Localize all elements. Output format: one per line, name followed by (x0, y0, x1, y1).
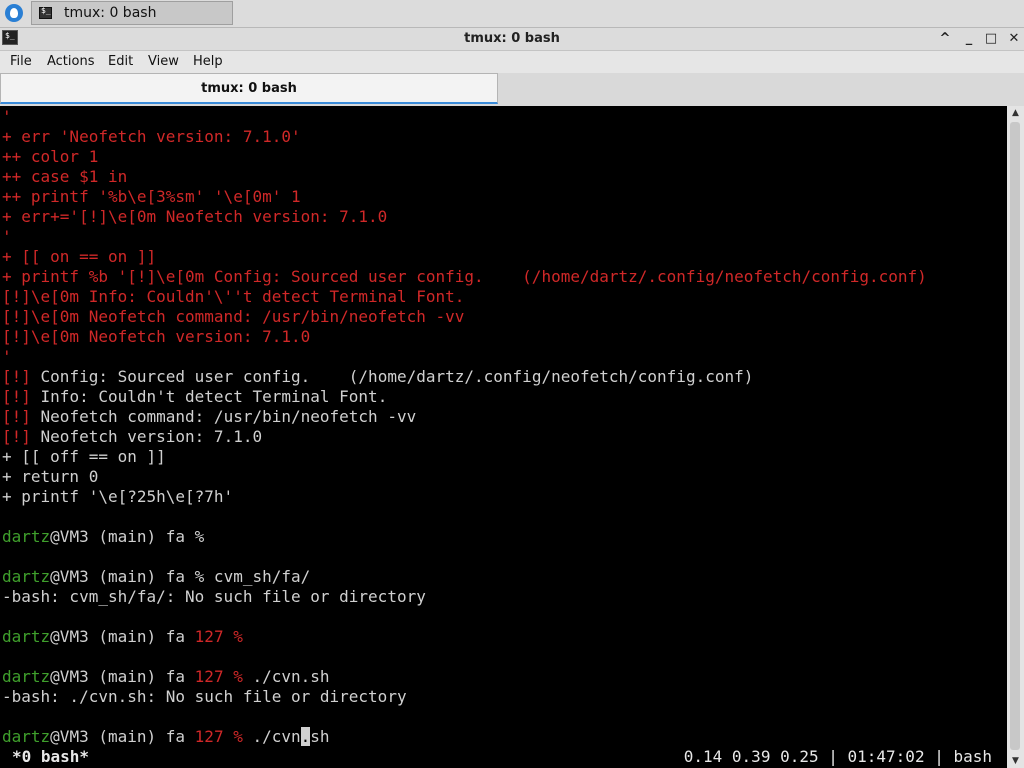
terminal-icon (39, 6, 52, 19)
keep-above-button[interactable]: ^ (936, 30, 954, 48)
terminal-text: [!]\e[0m Neofetch version: 7.1.0 (2, 327, 311, 346)
terminal-text: ' (2, 107, 12, 126)
terminal-text: [!]\e[0m Neofetch command: /usr/bin/neof… (2, 307, 465, 326)
terminal-text: ./cvn.sh (242, 667, 330, 686)
terminal-line: ' (2, 347, 12, 367)
terminal-line: + err+='[!]\e[0m Neofetch version: 7.1.0 (2, 207, 387, 227)
terminal-text: + [[ on == on ]] (2, 247, 157, 266)
terminal-text: @VM3 (main) fa % (50, 527, 205, 546)
terminal-text: + err+='[!]\e[0m Neofetch version: 7.1.0 (2, 207, 388, 226)
maximize-button[interactable]: □ (982, 30, 1000, 48)
terminal-text: dartz (2, 567, 51, 586)
terminal-text: ' (2, 227, 12, 246)
scroll-up-arrow-icon[interactable]: ▲ (1007, 106, 1024, 120)
close-button[interactable]: ✕ (1005, 30, 1023, 48)
terminal-text: 127 % (194, 727, 243, 746)
menu-view[interactable]: View (148, 54, 179, 69)
terminal-line: ++ color 1 (2, 147, 98, 167)
terminal-line: + printf '\e[?25h\e[?7h' (2, 487, 233, 507)
terminal-text: Config: Sourced user config. (/home/dart… (30, 367, 754, 386)
terminal-line: ' (2, 107, 12, 127)
terminal-cursor: . (300, 727, 311, 746)
terminal-text: Neofetch version: 7.1.0 (30, 427, 263, 446)
terminal-text: dartz (2, 667, 51, 686)
tmux-status-info: 0.14 0.39 0.25 | 01:47:02 | bash (683, 747, 992, 766)
terminal-line: [!] Neofetch version: 7.1.0 (2, 427, 262, 447)
minimize-button[interactable]: _ (960, 30, 978, 48)
menu-file[interactable]: File (10, 54, 32, 69)
terminal-line: dartz@VM3 (main) fa 127 % ./cvn.sh (2, 667, 330, 687)
terminal-text: + [[ off == on ]] (2, 447, 166, 466)
terminal-text: [!]\e[0m Info: Couldn'\''t detect Termin… (2, 287, 465, 306)
terminal-text: ++ color 1 (2, 147, 99, 166)
terminal-line: ++ printf '%b\e[3%sm' '\e[0m' 1 (2, 187, 301, 207)
terminal-text: [!] (2, 407, 31, 426)
window-titlebar[interactable]: tmux: 0 bash ^ _ □ ✕ (0, 28, 1024, 51)
menu-bar: File Actions Edit View Help (0, 51, 1024, 73)
terminal-text: Info: Couldn't detect Terminal Font. (30, 387, 388, 406)
terminal-text: -bash: cvm_sh/fa/: No such file or direc… (2, 587, 426, 606)
terminal-line: dartz@VM3 (main) fa 127 % (2, 627, 243, 647)
window-title: tmux: 0 bash (464, 31, 560, 46)
terminal-line: ++ case $1 in (2, 167, 127, 187)
terminal-text: @VM3 (main) fa (50, 727, 195, 746)
menu-edit[interactable]: Edit (108, 54, 133, 69)
terminal-text: 127 % (194, 667, 243, 686)
scroll-down-arrow-icon[interactable]: ▼ (1007, 754, 1024, 768)
terminal-line: + err 'Neofetch version: 7.1.0' (2, 127, 301, 147)
terminal-line: -bash: ./cvn.sh: No such file or directo… (2, 687, 407, 707)
terminal-text: ++ case $1 in (2, 167, 128, 186)
taskbar-item-tmux[interactable]: tmux: 0 bash (31, 1, 233, 25)
terminal-text: @VM3 (main) fa (50, 667, 195, 686)
terminal-text: + printf %b '[!]\e[0m Config: Sourced us… (2, 267, 927, 286)
terminal-line: [!] Neofetch command: /usr/bin/neofetch … (2, 407, 416, 427)
terminal-text: ./cvn (242, 727, 301, 746)
terminal-line: + return 0 (2, 467, 98, 487)
terminal-line: dartz@VM3 (main) fa % cvm_sh/fa/ (2, 567, 310, 587)
tmux-status-bar: *0 bash* 0.14 0.39 0.25 | 01:47:02 | bas… (0, 747, 1007, 768)
terminal-text: dartz (2, 727, 51, 746)
top-panel: tmux: 0 bash (0, 0, 1024, 28)
terminal-text: dartz (2, 627, 51, 646)
terminal-text: ++ printf '%b\e[3%sm' '\e[0m' 1 (2, 187, 301, 206)
terminal-line: + [[ off == on ]] (2, 447, 166, 467)
terminal-text: sh (310, 727, 330, 746)
terminal-text: [!] (2, 387, 31, 406)
terminal-text: + err 'Neofetch version: 7.1.0' (2, 127, 301, 146)
terminal-output[interactable]: *0 bash* 0.14 0.39 0.25 | 01:47:02 | bas… (0, 106, 1007, 768)
tab-label: tmux: 0 bash (201, 81, 297, 96)
terminal-line: [!] Info: Couldn't detect Terminal Font. (2, 387, 387, 407)
terminal-line: -bash: cvm_sh/fa/: No such file or direc… (2, 587, 426, 607)
scrollbar-thumb[interactable] (1010, 122, 1020, 750)
tab-bar: tmux: 0 bash (0, 73, 1024, 107)
terminal-line: + printf %b '[!]\e[0m Config: Sourced us… (2, 267, 927, 287)
terminal-line: dartz@VM3 (main) fa % (2, 527, 204, 547)
terminal-text: @VM3 (main) fa % cvm_sh/fa/ (50, 567, 311, 586)
scrollbar[interactable]: ▲ ▼ (1007, 106, 1024, 768)
app-menu-icon[interactable] (5, 4, 23, 22)
terminal-line: [!]\e[0m Neofetch command: /usr/bin/neof… (2, 307, 464, 327)
terminal-text: [!] (2, 367, 31, 386)
terminal-text: + return 0 (2, 467, 99, 486)
terminal-text: + printf '\e[?25h\e[?7h' (2, 487, 234, 506)
terminal-line: + [[ on == on ]] (2, 247, 156, 267)
terminal-line: [!]\e[0m Neofetch version: 7.1.0 (2, 327, 310, 347)
terminal-text: 127 % (194, 627, 243, 646)
terminal-text: ' (2, 347, 12, 366)
terminal-text: dartz (2, 527, 51, 546)
terminal-text: -bash: ./cvn.sh: No such file or directo… (2, 687, 407, 706)
terminal-line: dartz@VM3 (main) fa 127 % ./cvn.sh (2, 727, 330, 747)
terminal-line: ' (2, 227, 12, 247)
terminal-text: Neofetch command: /usr/bin/neofetch -vv (30, 407, 417, 426)
menu-actions[interactable]: Actions (47, 54, 95, 69)
tmux-window-label[interactable]: *0 bash* (12, 747, 89, 767)
taskbar-item-label: tmux: 0 bash (64, 5, 157, 21)
tab-tmux-bash[interactable]: tmux: 0 bash (0, 73, 498, 104)
terminal-text: @VM3 (main) fa (50, 627, 195, 646)
terminal-text: [!] (2, 427, 31, 446)
menu-help[interactable]: Help (193, 54, 223, 69)
terminal-line: [!]\e[0m Info: Couldn'\''t detect Termin… (2, 287, 464, 307)
terminal-line: [!] Config: Sourced user config. (/home/… (2, 367, 753, 387)
